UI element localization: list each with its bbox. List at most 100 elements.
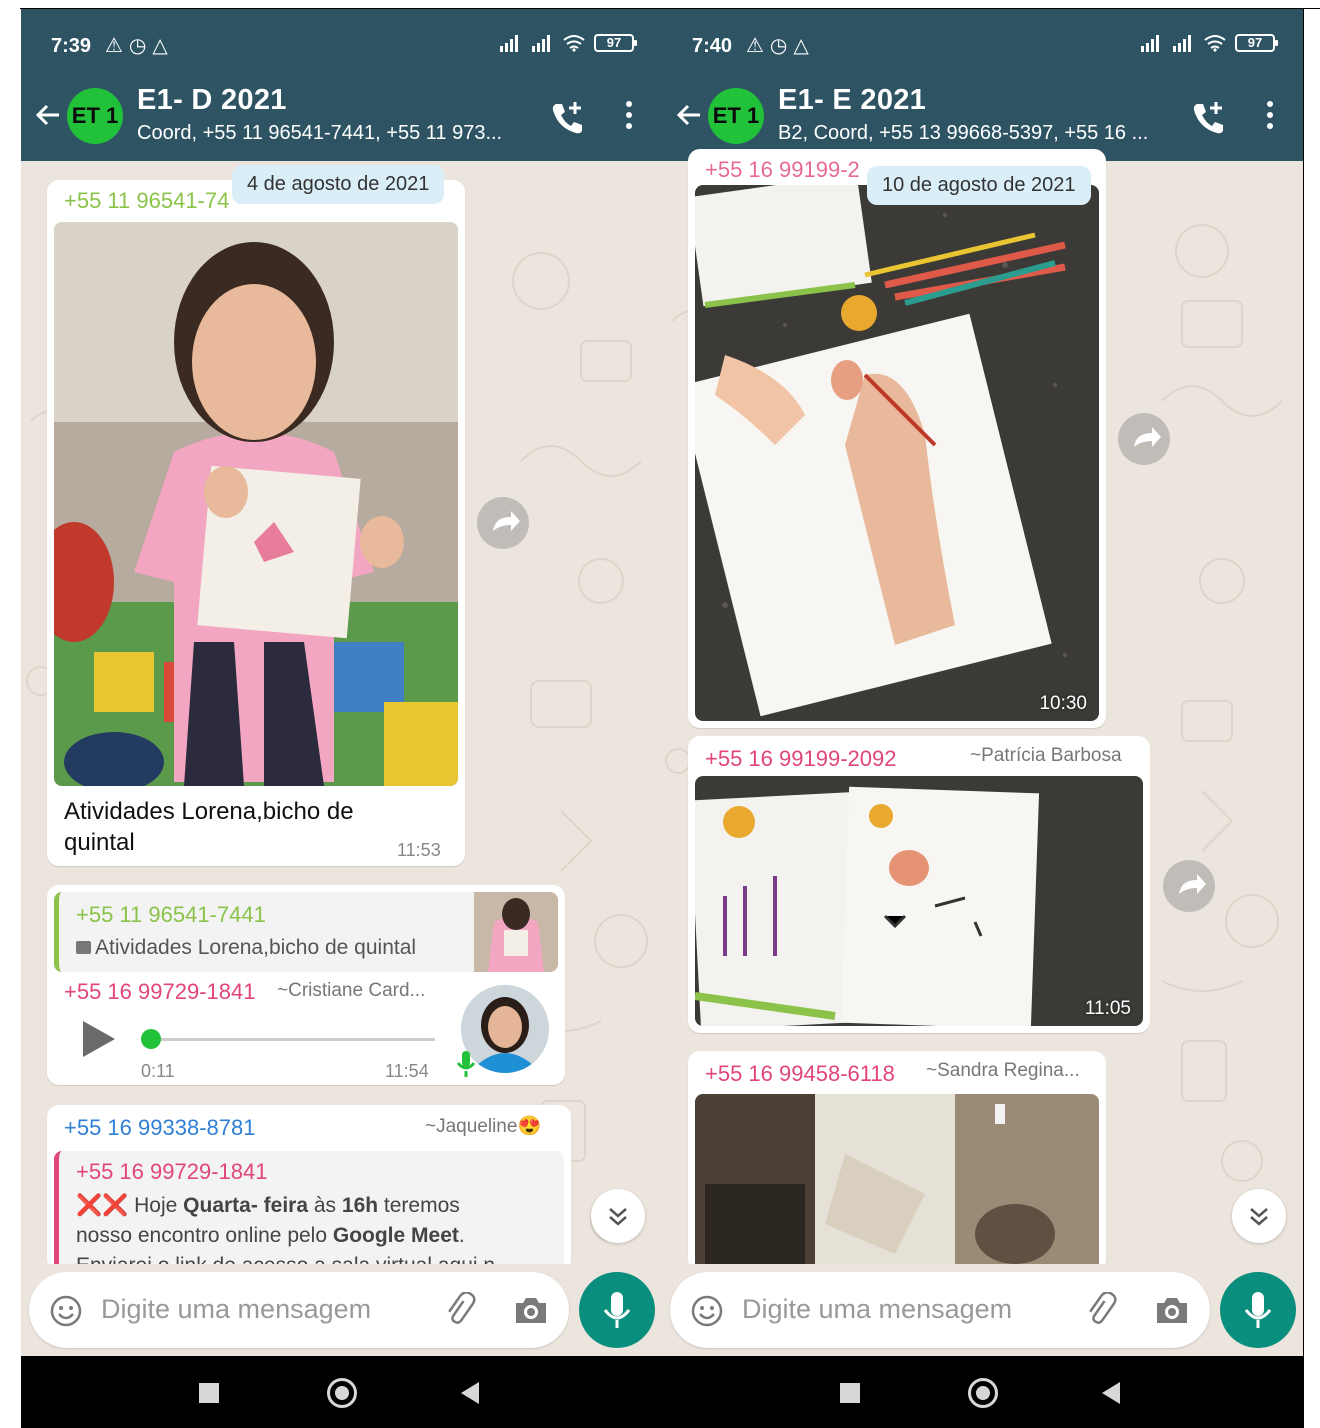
back-arrow-icon[interactable] — [674, 100, 704, 130]
message-sender: +55 16 99458-6118 — [705, 1061, 895, 1086]
chat-screen-left: 7:39 ⚠◷△ 97 ET 1 E1- D 2021 Coord, +55 1… — [21, 9, 662, 1428]
message-sender: +55 16 99199-2092 — [705, 746, 897, 771]
notification-icons: ⚠◷△ — [746, 35, 815, 57]
scroll-down-button[interactable] — [1232, 1189, 1286, 1243]
photo-caption: Atividades Lorena,bicho de quintal — [64, 798, 354, 856]
camera-icon[interactable] — [513, 1294, 549, 1326]
message-input[interactable]: Digite uma mensagem — [101, 1294, 371, 1325]
signal-icon — [500, 35, 518, 52]
image-icon — [76, 941, 91, 954]
more-vert-icon[interactable] — [624, 98, 634, 132]
chat-screen-right: 7:40 ⚠◷△ 97 ET 1 E1- E 2021 B2, Coord, +… — [662, 9, 1303, 1428]
message-time: 11:05 — [1084, 998, 1131, 1019]
signal-icon — [1141, 35, 1159, 52]
quoted-message[interactable]: +55 11 96541-7441 Atividades Lorena,bich… — [54, 892, 558, 972]
room-photo[interactable] — [695, 1094, 1099, 1272]
home-button[interactable] — [327, 1378, 357, 1408]
message-sender: +55 11 96541-74 — [64, 188, 230, 213]
chat-participants[interactable]: Coord, +55 11 96541-7441, +55 11 973... — [137, 122, 502, 145]
wifi-icon — [1204, 35, 1226, 52]
date-chip: 10 de agosto de 2021 — [867, 166, 1091, 205]
child-with-drawing-photo[interactable] — [54, 222, 458, 786]
message-input-bar[interactable]: Digite uma mensagem — [29, 1272, 569, 1348]
quoted-text-row: Atividades Lorena,bicho de quintal — [76, 936, 416, 960]
back-button[interactable] — [461, 1382, 479, 1404]
camera-icon[interactable] — [1154, 1294, 1190, 1326]
sender-name: ~Cristiane Card... — [277, 980, 426, 1001]
battery-icon: 97 — [594, 34, 637, 52]
status-bar: 7:40 ⚠◷△ 97 — [662, 9, 1303, 70]
more-vert-icon[interactable] — [1265, 98, 1275, 132]
chevron-down-icon — [609, 1208, 627, 1226]
chat-header: ET 1 E1- E 2021 B2, Coord, +55 13 99668-… — [662, 70, 1303, 161]
chat-header: ET 1 E1- D 2021 Coord, +55 11 96541-7441… — [21, 70, 662, 161]
message-audio-bubble[interactable]: +55 11 96541-7441 Atividades Lorena,bich… — [47, 885, 565, 1085]
battery-icon: 97 — [1235, 34, 1278, 52]
add-call-icon[interactable] — [1189, 98, 1227, 136]
status-time: 7:40 — [692, 35, 733, 57]
mic-icon — [603, 1292, 631, 1328]
emoji-icon[interactable] — [690, 1294, 724, 1328]
quoted-thumbnail — [474, 892, 558, 972]
message-photo-bubble[interactable]: +55 16 99458-6118 ~Sandra Regina... — [688, 1051, 1106, 1272]
message-sender: +55 16 99338-8781 — [64, 1115, 256, 1140]
message-sender: +55 16 99729-1841 — [64, 979, 256, 1004]
forward-icon[interactable] — [1163, 860, 1215, 912]
status-bar: 7:39 ⚠◷△ 97 — [21, 9, 662, 70]
message-time: 10:30 — [1039, 693, 1087, 714]
back-button[interactable] — [1102, 1382, 1120, 1404]
message-text-bubble[interactable]: +55 16 99338-8781 ~Jaqueline😍 +55 16 997… — [47, 1105, 571, 1281]
audio-duration: 0:11 — [141, 1061, 175, 1081]
signal-icon — [532, 35, 550, 52]
message-photo-bubble[interactable]: +55 16 99199-2 10:30 — [688, 149, 1106, 728]
emoji-icon[interactable] — [49, 1294, 83, 1328]
message-time: 11:53 — [397, 840, 441, 860]
chevron-down-icon — [1250, 1208, 1268, 1226]
message-photo-bubble[interactable]: +55 11 96541-74 Atividades Lorena,bicho … — [47, 180, 465, 866]
chat-title[interactable]: E1- D 2021 — [137, 84, 287, 117]
forward-icon[interactable] — [477, 497, 529, 549]
message-input-bar[interactable]: Digite uma mensagem — [670, 1272, 1210, 1348]
home-button[interactable] — [968, 1378, 998, 1408]
add-call-icon[interactable] — [548, 98, 586, 136]
audio-seek-handle[interactable] — [141, 1029, 161, 1049]
date-chip: 4 de agosto de 2021 — [232, 165, 445, 204]
group-avatar[interactable]: ET 1 — [67, 88, 123, 144]
message-sender: +55 16 99199-2 — [705, 157, 860, 182]
sender-name: ~Jaqueline😍 — [425, 1116, 542, 1137]
quoted-line-2: nosso encontro online pelo Google Meet. — [76, 1224, 465, 1247]
voice-record-button[interactable] — [1220, 1272, 1296, 1348]
quoted-message[interactable]: +55 16 99729-1841 ❌❌ Hoje Quarta- feira … — [54, 1151, 564, 1281]
recents-button[interactable] — [199, 1383, 219, 1403]
forward-icon[interactable] — [1118, 413, 1170, 465]
quoted-line-1: ❌❌ Hoje Quarta- feira às 16h teremos — [76, 1194, 460, 1217]
mic-icon — [456, 1051, 476, 1077]
audio-seekbar[interactable] — [151, 1038, 435, 1041]
mic-icon — [1244, 1292, 1272, 1328]
message-input[interactable]: Digite uma mensagem — [742, 1294, 1012, 1325]
back-arrow-icon[interactable] — [33, 100, 63, 130]
group-avatar[interactable]: ET 1 — [708, 88, 764, 144]
scroll-down-button[interactable] — [591, 1189, 645, 1243]
attach-icon[interactable] — [1082, 1292, 1118, 1328]
voice-record-button[interactable] — [579, 1272, 655, 1348]
sender-name: ~Sandra Regina... — [926, 1060, 1080, 1081]
quoted-sender: +55 16 99729-1841 — [76, 1159, 268, 1184]
notification-icons: ⚠◷△ — [105, 35, 174, 57]
chat-title[interactable]: E1- E 2021 — [778, 84, 926, 117]
message-time: 11:54 — [385, 1061, 429, 1081]
drawings-photo[interactable]: 11:05 — [695, 776, 1143, 1026]
chat-participants[interactable]: B2, Coord, +55 13 99668-5397, +55 16 ... — [778, 122, 1148, 145]
message-photo-bubble[interactable]: +55 16 99199-2092 ~Patrícia Barbosa 11:0… — [688, 736, 1150, 1033]
quoted-sender: +55 11 96541-7441 — [76, 902, 266, 927]
system-nav-bar — [21, 1356, 662, 1428]
attach-icon[interactable] — [441, 1292, 477, 1328]
recents-button[interactable] — [840, 1383, 860, 1403]
play-icon[interactable] — [81, 1019, 117, 1059]
signal-icon — [1173, 35, 1191, 52]
child-drawing-photo[interactable]: 10:30 — [695, 185, 1099, 721]
system-nav-bar — [662, 1356, 1303, 1428]
sender-name: ~Patrícia Barbosa — [970, 745, 1122, 766]
wifi-icon — [563, 35, 585, 52]
quoted-text: Atividades Lorena,bicho de quintal — [95, 936, 417, 959]
